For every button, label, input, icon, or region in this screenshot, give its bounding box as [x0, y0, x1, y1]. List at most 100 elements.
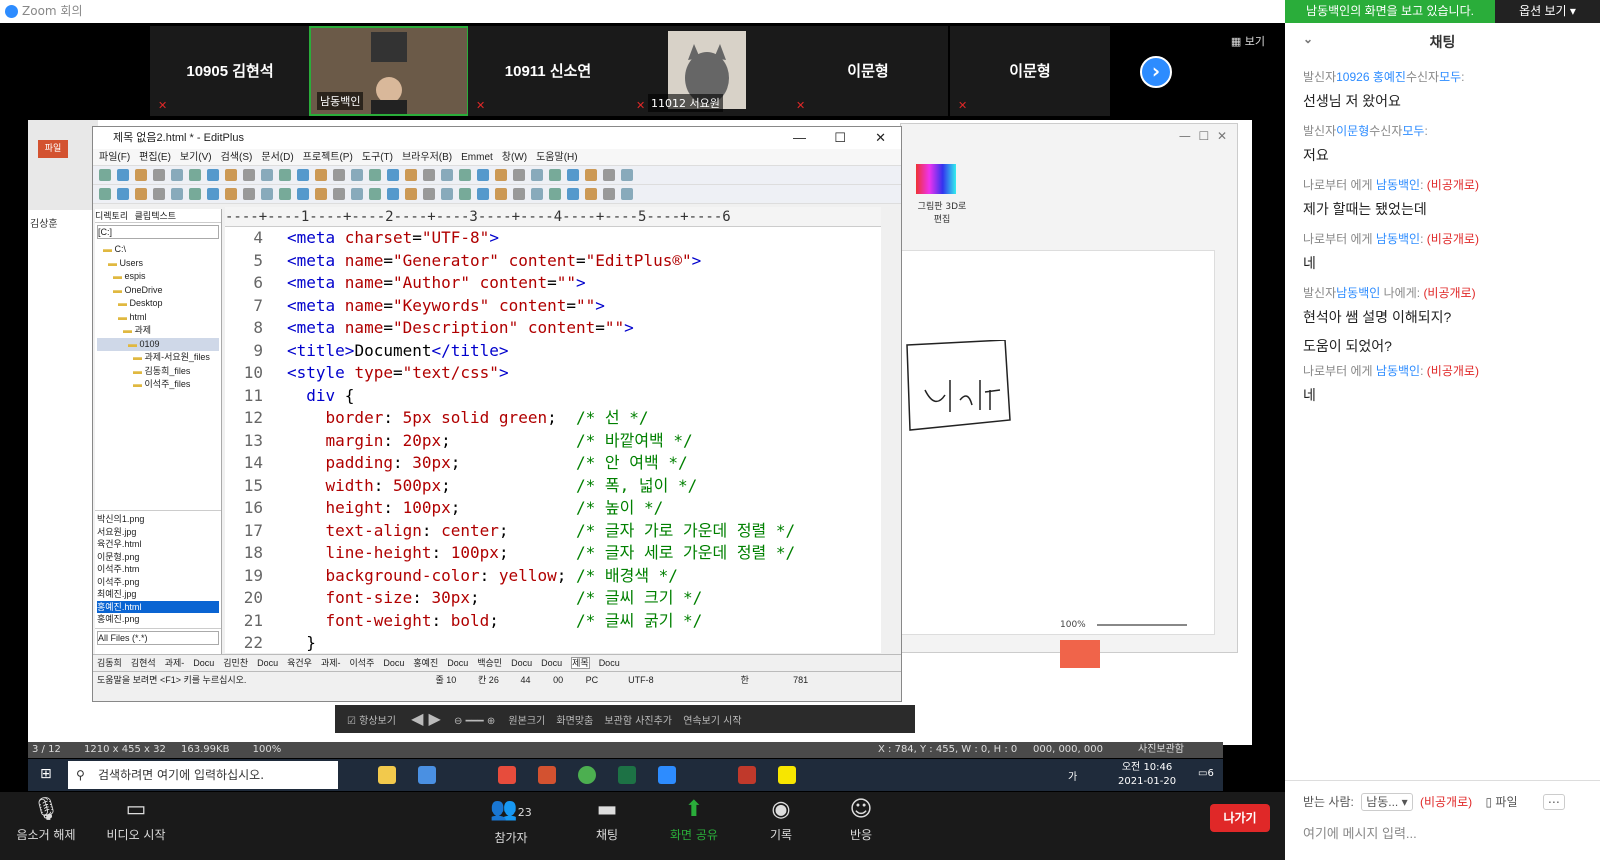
toolbar-button-icon[interactable] — [603, 169, 615, 181]
document-tab[interactable]: 육건우 — [287, 658, 312, 668]
clock[interactable]: 오전 10:46 2021-01-20 — [1118, 761, 1176, 789]
menu-item[interactable]: 도구(T) — [362, 152, 393, 163]
toolbar-button-icon[interactable] — [153, 169, 165, 181]
document-tab[interactable]: 과제- — [321, 658, 341, 668]
office-icon[interactable] — [498, 766, 516, 784]
viewer-zoom-control[interactable]: 100% — [1060, 620, 1220, 636]
toolbar-button-icon[interactable] — [405, 188, 417, 200]
toolbar-button-icon[interactable] — [261, 188, 273, 200]
chevron-down-icon[interactable]: ⌄ — [1303, 32, 1313, 46]
toolbar-button-icon[interactable] — [441, 188, 453, 200]
fit-screen-button[interactable]: 화면맞춤 — [556, 716, 593, 727]
toolbar-button-icon[interactable] — [243, 169, 255, 181]
toolbar-button-icon[interactable] — [117, 169, 129, 181]
toolbar-button-icon[interactable] — [387, 169, 399, 181]
participant-tile[interactable]: 10905 김현석 ✕ — [150, 26, 310, 116]
always-on-top-toggle[interactable]: ☑ 항상보기 — [347, 716, 396, 727]
toolbar-button-icon[interactable] — [243, 188, 255, 200]
add-to-album-button[interactable]: 보관함 사진추가 — [604, 716, 672, 727]
toolbar-button-icon[interactable] — [603, 188, 615, 200]
tree-folder[interactable]: ▬ 김동희_files — [97, 365, 219, 379]
toolbar-button-icon[interactable] — [279, 188, 291, 200]
participant-tile-active[interactable]: 남동백인 — [309, 26, 469, 116]
toolbar-button-icon[interactable] — [459, 169, 471, 181]
toolbar-button-icon[interactable] — [207, 188, 219, 200]
store-icon[interactable] — [418, 766, 436, 784]
toolbar-button-icon[interactable] — [99, 169, 111, 181]
zoom-slider[interactable] — [1096, 623, 1187, 626]
message-input[interactable]: 여기에 메시지 입력... — [1303, 823, 1417, 842]
file-item[interactable]: 박신의1.png — [97, 513, 219, 526]
toolbar-button-icon[interactable] — [567, 169, 579, 181]
prev-next-buttons[interactable]: ◀ ▶ — [411, 709, 441, 728]
menu-item[interactable]: 브라우저(B) — [402, 152, 452, 163]
menu-item[interactable]: Emmet — [461, 152, 493, 163]
toolbar-button-icon[interactable] — [189, 188, 201, 200]
tree-folder[interactable]: ▬ OneDrive — [97, 284, 219, 298]
file-item[interactable]: 홍예진.png — [97, 613, 219, 626]
tree-folder[interactable]: ▬ html — [97, 311, 219, 325]
unmute-button[interactable]: 🎙 음소거 해제 — [14, 796, 78, 843]
menu-item[interactable]: 도움말(H) — [536, 152, 577, 163]
tree-folder[interactable]: ▬ C:\ — [97, 243, 219, 257]
zoom-icon[interactable] — [658, 766, 676, 784]
toolbar-button-icon[interactable] — [117, 188, 129, 200]
toolbar-button-icon[interactable] — [135, 169, 147, 181]
document-tab[interactable]: 이석주 — [350, 658, 375, 668]
ime-lang[interactable]: 가 — [1068, 768, 1077, 783]
document-tab[interactable]: Docu — [541, 658, 562, 668]
record-button[interactable]: ◉ 기록 — [766, 796, 796, 843]
menu-item[interactable]: 편집(E) — [139, 152, 171, 163]
toolbar-button-icon[interactable] — [495, 169, 507, 181]
toolbar-button-icon[interactable] — [513, 169, 525, 181]
document-tab[interactable]: 김현석 — [131, 658, 156, 668]
toolbar-button-icon[interactable] — [621, 188, 633, 200]
windows-start-icon[interactable]: ⊞ — [40, 766, 52, 782]
document-tab[interactable]: 김동희 — [97, 658, 122, 668]
toolbar-button-icon[interactable] — [171, 169, 183, 181]
excel-icon[interactable] — [618, 766, 636, 784]
document-tab[interactable]: Docu — [447, 658, 468, 668]
toolbar-button-icon[interactable] — [225, 169, 237, 181]
participant-tile[interactable]: 이문형 ✕ — [950, 26, 1110, 116]
document-tab[interactable]: 백승민 — [477, 658, 502, 668]
toolbar-button-icon[interactable] — [531, 188, 543, 200]
notification-icon[interactable]: ▭6 — [1198, 768, 1214, 779]
menu-item[interactable]: 창(W) — [502, 152, 527, 163]
toolbar-button-icon[interactable] — [333, 188, 345, 200]
start-video-button[interactable]: ▭ 비디오 시작 — [104, 796, 168, 843]
toolbar-button-icon[interactable] — [441, 169, 453, 181]
tree-folder[interactable]: ▬ 과제-서요원_files — [97, 351, 219, 365]
toolbar-button-icon[interactable] — [225, 188, 237, 200]
tree-folder[interactable]: ▬ Desktop — [97, 297, 219, 311]
tab-cliptext[interactable]: 클립텍스트 — [135, 211, 176, 221]
original-size-button[interactable]: 원본크기 — [508, 716, 545, 727]
toolbar-button-icon[interactable] — [351, 169, 363, 181]
toolbar-button-icon[interactable] — [423, 188, 435, 200]
document-tab[interactable]: 김민찬 — [223, 658, 248, 668]
file-item[interactable]: 최예진.jpg — [97, 588, 219, 601]
tree-folder[interactable]: ▬ espis — [97, 270, 219, 284]
toolbar-button-icon[interactable] — [477, 188, 489, 200]
editplus-icon[interactable] — [738, 766, 756, 784]
toolbar-button-icon[interactable] — [513, 188, 525, 200]
document-tab[interactable]: Docu — [193, 658, 214, 668]
menu-item[interactable]: 검색(S) — [221, 152, 253, 163]
file-item[interactable]: 육건우.html — [97, 538, 219, 551]
toolbar-button-icon[interactable] — [207, 169, 219, 181]
menu-item[interactable]: 프로젝트(P) — [303, 152, 353, 163]
tab-directory[interactable]: 디렉토리 — [95, 211, 128, 221]
menu-item[interactable]: 파일(F) — [99, 152, 130, 163]
chat-button[interactable]: ▬ 채팅 — [592, 796, 622, 843]
maximize-button[interactable]: ☐ — [834, 127, 846, 149]
reactions-button[interactable]: ☺ 반응 — [846, 796, 876, 843]
toolbar-button-icon[interactable] — [315, 188, 327, 200]
minimize-button[interactable]: — — [793, 127, 806, 149]
close-button[interactable]: ✕ — [875, 127, 886, 149]
taskbar-search[interactable]: ⚲ 검색하려면 여기에 입력하십시오. — [68, 761, 338, 789]
recipient-select[interactable]: 남동... ▾ — [1361, 793, 1413, 811]
toolbar-button-icon[interactable] — [621, 169, 633, 181]
tree-folder[interactable]: ▬ 과제 — [97, 324, 219, 338]
file-item[interactable]: 홍예진.html — [97, 600, 219, 613]
document-tab[interactable]: Docu — [383, 658, 404, 668]
